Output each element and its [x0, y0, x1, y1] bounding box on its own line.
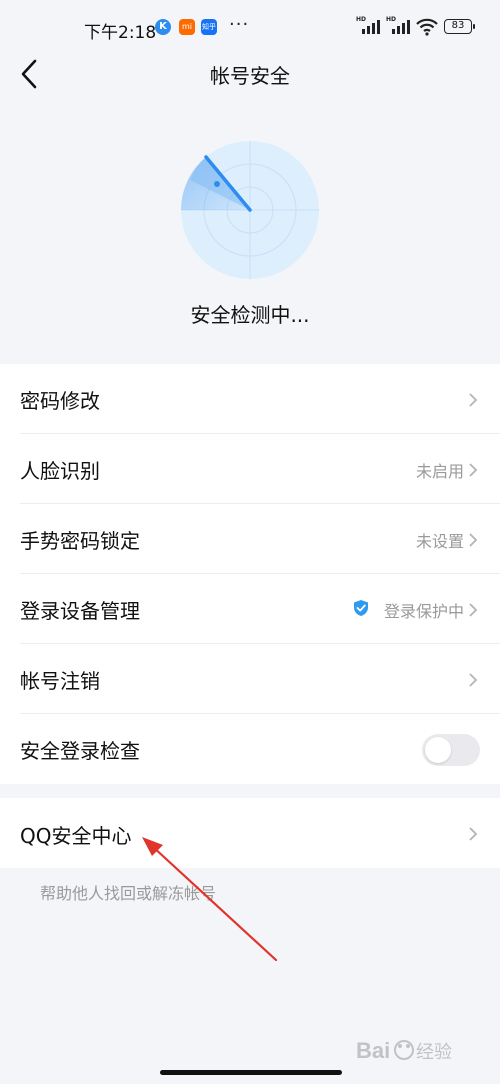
page-title: 帐号安全	[210, 64, 290, 88]
list-item-label: 手势密码锁定	[20, 529, 140, 553]
status-bar: 下午2:18 K mi 知乎 ··· HD HD 83	[0, 0, 500, 52]
list-item-value: 未设置	[415, 532, 464, 551]
toggle-knob	[425, 737, 451, 763]
notification-mi-icon: mi	[179, 19, 195, 35]
list-item-qq-security-center[interactable]: QQ安全中心	[0, 798, 500, 868]
signal-icon: HD	[356, 16, 382, 36]
baidu-watermark-logo: Bai 经验	[356, 1038, 452, 1063]
scan-status-text: 安全检测中...	[190, 303, 310, 327]
help-others-recover-link[interactable]: 帮助他人找回或解冻帐号	[40, 880, 216, 904]
chevron-right-icon	[469, 603, 478, 617]
list-item-value: 未启用	[415, 462, 464, 481]
hd-label: HD	[386, 16, 397, 23]
list-item-label: 密码修改	[20, 389, 100, 413]
list-item-label: 登录设备管理	[20, 599, 140, 623]
list-item-device-management[interactable]: 登录设备管理 登录保护中	[0, 574, 500, 644]
notification-zhihu-icon: 知乎	[201, 19, 217, 35]
chevron-right-icon	[469, 533, 478, 547]
list-item-label: 人脸识别	[20, 459, 100, 483]
settings-list: 密码修改 人脸识别 未启用 手势密码锁定 未设置 登录设备管理 登录保护中 帐号…	[0, 364, 500, 784]
list-item-face-recognition[interactable]: 人脸识别 未启用	[0, 434, 500, 504]
chevron-right-icon	[469, 463, 478, 477]
list-item-gesture-lock[interactable]: 手势密码锁定 未设置	[0, 504, 500, 574]
more-notifications-icon: ···	[229, 14, 250, 35]
list-item-label: 帐号注销	[20, 669, 100, 693]
status-time: 下午2:18	[84, 23, 157, 43]
list-item-password-change[interactable]: 密码修改	[0, 364, 500, 434]
list-item-secure-login-check: 安全登录检查	[0, 714, 500, 784]
hd-label: HD	[356, 16, 367, 23]
notification-app-icon: K	[155, 19, 171, 35]
list-item-value: 登录保护中	[383, 602, 464, 621]
battery-icon: 83	[444, 19, 475, 34]
shield-check-icon	[354, 600, 368, 616]
radar-scan-icon	[181, 141, 319, 279]
list-item-account-deletion[interactable]: 帐号注销	[0, 644, 500, 714]
chevron-right-icon	[469, 393, 478, 407]
wifi-icon	[416, 18, 438, 36]
chevron-right-icon	[469, 673, 478, 687]
svg-text:经验: 经验	[416, 1042, 452, 1063]
list-item-label: QQ安全中心	[20, 824, 132, 848]
list-item-label: 安全登录检查	[20, 739, 140, 763]
signal-icon: HD	[386, 16, 412, 36]
svg-text:Bai: Bai	[356, 1038, 390, 1063]
home-indicator[interactable]	[160, 1070, 342, 1075]
secure-login-toggle[interactable]	[422, 734, 480, 766]
chevron-right-icon	[469, 827, 478, 841]
